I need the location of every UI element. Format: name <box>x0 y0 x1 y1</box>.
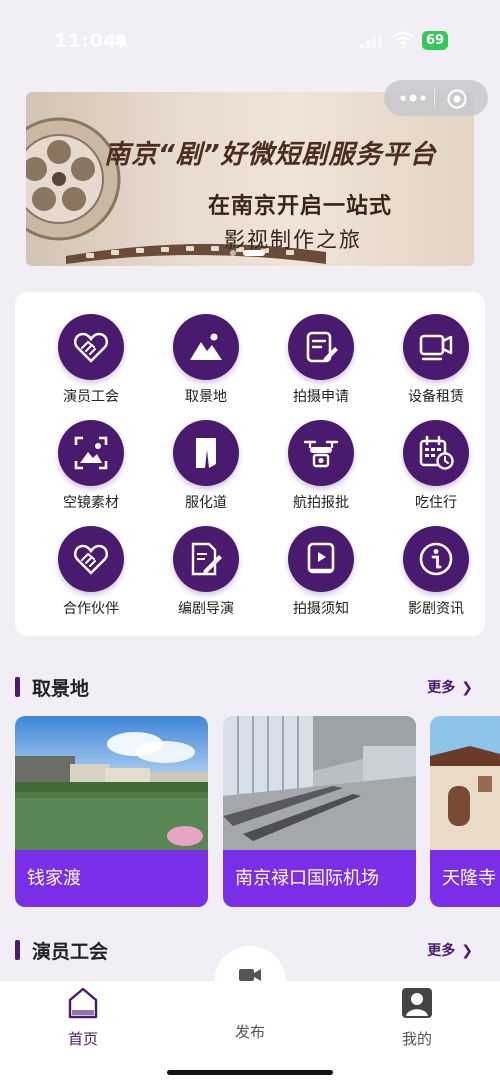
service-writers-directors[interactable]: 编剧导演 <box>156 526 256 618</box>
costume-icon <box>196 438 216 468</box>
service-icon-circle <box>403 526 469 592</box>
service-label: 演员工会 <box>63 389 119 405</box>
more-dots-icon[interactable] <box>398 91 428 105</box>
tab-label: 我的 <box>401 1030 432 1048</box>
service-label: 拍摄申请 <box>293 389 349 405</box>
location-name: 钱家渡 <box>15 850 208 907</box>
service-icon-circle <box>288 314 354 380</box>
section-accent-bar <box>15 677 20 697</box>
service-label: 取景地 <box>185 389 227 405</box>
section-title: 取景地 <box>32 678 90 700</box>
mountain-picture-icon <box>190 333 222 360</box>
service-label: 设备租赁 <box>408 389 464 405</box>
close-target-icon[interactable] <box>446 88 468 110</box>
service-locations[interactable]: 取景地 <box>156 314 256 406</box>
user-icon <box>402 988 432 1018</box>
tab-mine[interactable]: 我的 <box>377 986 457 1049</box>
more-label: 更多 <box>427 680 456 696</box>
service-icon-circle <box>173 420 239 486</box>
service-aerial-approval[interactable]: 航拍报批 <box>271 420 371 512</box>
service-label: 空镜素材 <box>63 495 119 511</box>
signal-icon <box>360 35 382 48</box>
banner-title: 南京“剧”好微短剧服务平台 <box>104 140 437 170</box>
tab-label: 首页 <box>67 1030 98 1048</box>
handshake-heart-icon <box>74 544 108 575</box>
service-stock-footage[interactable]: 空镜素材 <box>41 420 141 512</box>
service-film-news[interactable]: 影剧资讯 <box>386 526 486 618</box>
tab-label: 发布 <box>234 1023 265 1041</box>
image-frame-icon <box>74 436 108 470</box>
script-pen-icon <box>191 542 222 576</box>
calendar-clock-icon <box>419 435 454 470</box>
service-costume-props[interactable]: 服化道 <box>156 420 256 512</box>
service-icon-circle <box>288 420 354 486</box>
service-filming-application[interactable]: 拍摄申请 <box>271 314 371 406</box>
service-label: 吃住行 <box>415 495 457 511</box>
status-bar: 11:04 69 <box>0 0 500 80</box>
location-photo <box>223 716 416 850</box>
locations-section-header: 取景地 更多 ❯ <box>15 674 485 700</box>
chevron-right-icon: ❯ <box>461 680 473 696</box>
actors-more-link[interactable]: 更多 ❯ <box>427 940 473 960</box>
tab-publish[interactable]: 发布 <box>210 1017 290 1042</box>
capsule-divider <box>434 89 435 107</box>
location-name: 天隆寺 <box>430 850 500 907</box>
service-equipment-rental[interactable]: 设备租赁 <box>386 314 486 406</box>
location-card[interactable]: 天隆寺 <box>430 716 500 907</box>
service-icon-circle <box>403 420 469 486</box>
status-time: 11:04 <box>54 30 117 52</box>
banner-carousel[interactable]: 南京“剧”好微短剧服务平台 在南京开启一站式 影视制作之旅 <box>26 92 474 266</box>
section-accent-bar <box>15 940 20 960</box>
info-icon <box>419 542 453 576</box>
service-icon-circle <box>288 526 354 592</box>
location-card[interactable]: 钱家渡 <box>15 716 208 907</box>
location-photo <box>430 716 500 850</box>
service-filming-notes[interactable]: 拍摄须知 <box>271 526 371 618</box>
home-indicator <box>167 1070 333 1075</box>
video-camera-icon[interactable] <box>238 966 262 984</box>
wifi-icon <box>392 31 414 49</box>
tab-home[interactable]: 首页 <box>43 986 123 1049</box>
service-label: 合作伙伴 <box>63 601 119 617</box>
drone-icon <box>303 440 339 468</box>
home-icon <box>68 987 98 1019</box>
location-photo <box>15 716 208 850</box>
service-label: 服化道 <box>185 495 227 511</box>
carousel-indicator <box>230 250 265 256</box>
bell-mute-icon <box>114 34 128 49</box>
service-icon-circle <box>403 314 469 380</box>
more-label: 更多 <box>427 943 456 959</box>
location-card[interactable]: 南京禄口国际机场 <box>223 716 416 907</box>
service-label: 航拍报批 <box>293 495 349 511</box>
service-label: 影剧资讯 <box>408 601 464 617</box>
service-icon-circle <box>173 526 239 592</box>
services-grid: 演员工会 取景地 拍摄申请 设备租赁 空镜素材 服化道 航拍报批 吃住行 合作伙… <box>15 292 485 636</box>
service-icon-circle <box>173 314 239 380</box>
service-icon-circle <box>58 314 124 380</box>
service-food-lodging-travel[interactable]: 吃住行 <box>386 420 486 512</box>
miniprogram-capsule <box>384 80 488 116</box>
handshake-heart-icon <box>74 332 108 363</box>
edit-document-icon <box>306 331 338 363</box>
chevron-right-icon: ❯ <box>461 943 473 959</box>
play-book-icon <box>307 542 335 574</box>
service-icon-circle <box>58 420 124 486</box>
locations-more-link[interactable]: 更多 ❯ <box>427 677 473 697</box>
location-name: 南京禄口国际机场 <box>223 850 416 907</box>
service-actors-guild[interactable]: 演员工会 <box>41 314 141 406</box>
service-icon-circle <box>58 526 124 592</box>
service-label: 拍摄须知 <box>293 601 349 617</box>
service-label: 编剧导演 <box>178 601 234 617</box>
battery-indicator: 69 <box>422 31 448 50</box>
service-partners[interactable]: 合作伙伴 <box>41 526 141 618</box>
video-camera-icon <box>419 334 453 361</box>
banner-subtitle: 在南京开启一站式 <box>208 194 393 219</box>
section-title: 演员工会 <box>32 941 109 963</box>
